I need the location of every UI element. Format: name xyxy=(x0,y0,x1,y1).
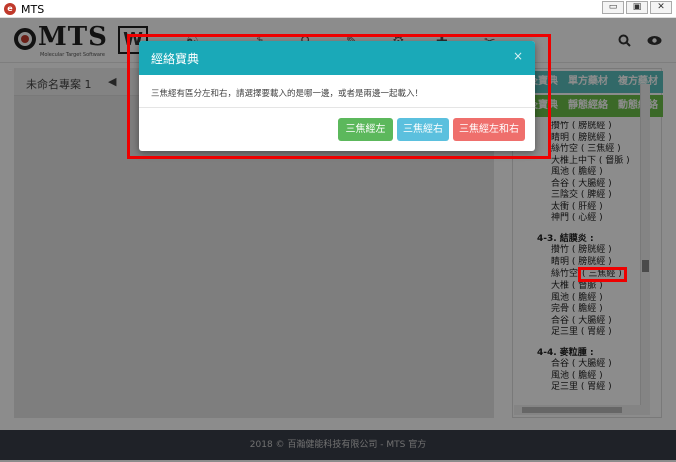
annotation-frame-dialog xyxy=(127,34,551,159)
close-window-button[interactable]: ✕ xyxy=(650,1,672,14)
maximize-button[interactable]: ▣ xyxy=(626,1,648,14)
window-title: MTS xyxy=(21,3,45,16)
annotation-frame-point xyxy=(578,267,627,282)
window-titlebar: e MTS ▭ ▣ ✕ xyxy=(0,0,676,18)
app-icon: e xyxy=(4,3,16,15)
window-controls: ▭ ▣ ✕ xyxy=(602,1,672,14)
minimize-button[interactable]: ▭ xyxy=(602,1,624,14)
